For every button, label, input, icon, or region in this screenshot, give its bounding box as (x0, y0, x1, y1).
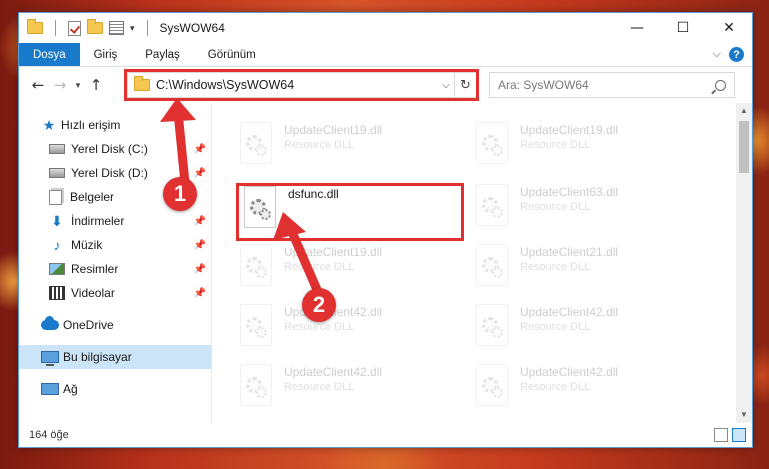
computer-icon (41, 351, 59, 366)
scroll-down-icon[interactable]: ▼ (736, 407, 752, 423)
file-item[interactable]: UpdateClient42.dllResource DLL (234, 303, 459, 355)
back-arrow-icon[interactable]: ← (27, 76, 49, 94)
navigation-bar: ← → ▾ ↑ C:\Windows\SysWOW64 ⌵ ↻ Ara: Sys… (19, 67, 752, 103)
pin-icon: 📌 (193, 263, 206, 275)
search-placeholder: Ara: SysWOW64 (498, 78, 589, 92)
close-button[interactable]: ✕ (706, 13, 752, 43)
ribbon-tabs: Dosya Giriş Paylaş Görünüm ⌵ ? (19, 43, 752, 67)
search-box[interactable]: Ara: SysWOW64 (489, 72, 735, 98)
help-icon[interactable]: ? (729, 47, 744, 62)
folder-icon (27, 19, 43, 34)
pin-icon: 📌 (193, 239, 206, 251)
up-arrow-icon[interactable]: ↑ (85, 76, 107, 94)
tab-dosya[interactable]: Dosya (19, 43, 80, 66)
title-bar: ▾ SysWOW64 — ☐ ✕ (19, 13, 752, 43)
dll-file-icon (472, 121, 512, 167)
pin-icon: 📌 (193, 287, 206, 299)
sidebar-item-quick-access[interactable]: ★ Hızlı erişim (19, 113, 212, 137)
dll-file-icon (236, 303, 276, 349)
tab-paylas[interactable]: Paylaş (131, 43, 194, 66)
status-bar: 164 öğe (19, 423, 752, 447)
dll-file-icon (472, 243, 512, 289)
vertical-scrollbar[interactable]: ▲ ▼ (736, 103, 752, 423)
details-view-icon[interactable] (714, 428, 728, 442)
file-item[interactable]: UpdateClient19.dll Resource DLL (470, 121, 695, 173)
network-icon (41, 383, 59, 395)
main-area: ★ Hızlı erişim Yerel Disk (C:) 📌 Yerel D… (19, 103, 752, 423)
maximize-button[interactable]: ☐ (660, 13, 706, 43)
sidebar-item-videolar[interactable]: Videolar 📌 (19, 281, 212, 305)
dll-file-icon (472, 363, 512, 409)
sidebar-item-muzik[interactable]: ♪ Müzik 📌 (19, 233, 212, 257)
search-icon[interactable] (715, 79, 726, 91)
downloads-icon: ⬇ (51, 212, 63, 229)
sidebar-item-onedrive[interactable]: OneDrive (19, 313, 212, 337)
quick-access-toolbar: ▾ SysWOW64 (19, 19, 225, 36)
dll-file-icon (236, 121, 276, 167)
pin-icon: 📌 (193, 215, 206, 227)
window-controls: — ☐ ✕ (614, 13, 752, 43)
drive-icon (49, 168, 65, 178)
file-item[interactable]: UpdateClient63.dll Resource DLL (470, 183, 695, 235)
sidebar-item-network[interactable]: Ağ (19, 377, 212, 401)
item-count: 164 öğe (29, 429, 69, 441)
file-item-dsfunc[interactable]: dsfunc.dll (238, 185, 463, 237)
scroll-up-icon[interactable]: ▲ (736, 103, 752, 119)
folder-icon (134, 76, 150, 91)
window-title: SysWOW64 (159, 21, 225, 35)
address-path[interactable]: C:\Windows\SysWOW64 (156, 78, 438, 92)
file-list: UpdateClient19.dll Resource DLL dsfunc.dl… (212, 103, 752, 423)
new-folder-icon[interactable] (87, 19, 103, 34)
refresh-icon[interactable]: ↻ (454, 73, 476, 97)
sidebar-item-indirmeler[interactable]: ⬇ İndirmeler 📌 (19, 209, 212, 233)
properties-check-icon[interactable] (68, 20, 81, 36)
dll-file-icon (472, 183, 512, 229)
scroll-thumb[interactable] (739, 121, 749, 173)
videos-icon (49, 286, 65, 300)
tab-gorunum[interactable]: Görünüm (194, 43, 270, 66)
file-explorer-window: ▾ SysWOW64 — ☐ ✕ Dosya Giriş Paylaş Görü… (18, 12, 753, 448)
sidebar-item-this-pc[interactable]: Bu bilgisayar (19, 345, 212, 369)
dll-file-icon (236, 363, 276, 409)
pictures-icon (49, 263, 65, 275)
dll-file-icon (236, 243, 276, 289)
recent-locations-icon[interactable]: ▾ (71, 80, 85, 91)
address-bar[interactable]: C:\Windows\SysWOW64 ⌵ ↻ (127, 72, 477, 98)
navigation-pane: ★ Hızlı erişim Yerel Disk (C:) 📌 Yerel D… (19, 103, 212, 423)
file-item[interactable]: UpdateClient42.dllResource DLL (470, 363, 695, 415)
step2-badge: 2 (302, 288, 336, 322)
file-item[interactable]: UpdateClient19.dll Resource DLL (234, 243, 459, 295)
documents-icon (49, 189, 62, 205)
file-item[interactable]: UpdateClient42.dllResource DLL (470, 303, 695, 355)
properties-icon[interactable] (109, 21, 124, 35)
step1-badge: 1 (163, 177, 197, 211)
address-dropdown-icon[interactable]: ⌵ (438, 80, 454, 91)
tab-giris[interactable]: Giriş (80, 43, 132, 66)
qat-dropdown-icon[interactable]: ▾ (130, 23, 135, 34)
dll-file-icon (472, 303, 512, 349)
sidebar-item-resimler[interactable]: Resimler 📌 (19, 257, 212, 281)
music-icon: ♪ (53, 237, 61, 253)
star-icon: ★ (42, 116, 56, 133)
sidebar-item-disk-c[interactable]: Yerel Disk (C:) 📌 (19, 137, 212, 161)
tiles-view-icon[interactable] (732, 428, 746, 442)
pin-icon: 📌 (193, 143, 206, 155)
forward-arrow-icon[interactable]: → (49, 76, 71, 94)
onedrive-cloud-icon (41, 316, 59, 330)
pin-icon: 📌 (193, 167, 206, 179)
file-item[interactable]: UpdateClient19.dll Resource DLL (234, 121, 459, 173)
minimize-button[interactable]: — (614, 13, 660, 43)
ribbon-expand-icon[interactable]: ⌵ (713, 48, 721, 61)
file-item[interactable]: UpdateClient42.dllResource DLL (234, 363, 459, 415)
dll-file-icon (240, 185, 280, 231)
file-item[interactable]: UpdateClient21.dll Resource DLL (470, 243, 695, 295)
drive-icon (49, 144, 65, 154)
